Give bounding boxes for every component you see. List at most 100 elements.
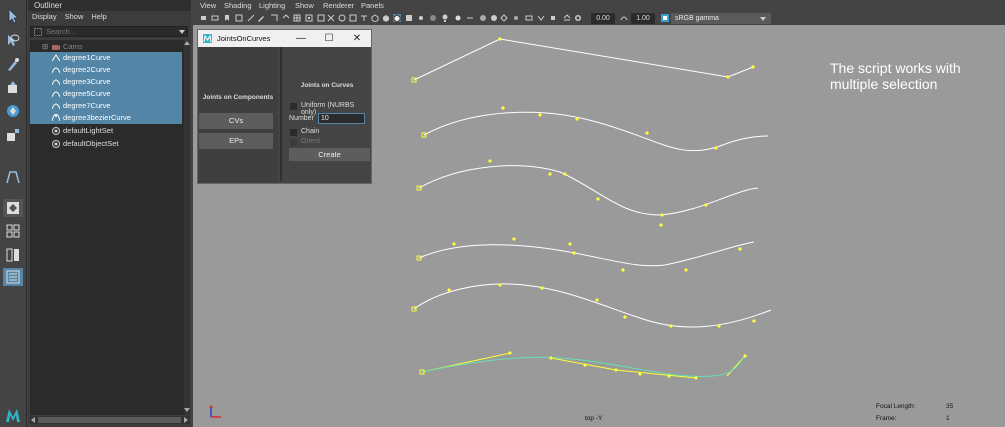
control-vertex[interactable] — [508, 351, 512, 355]
wireframe-on-shaded-icon[interactable] — [393, 14, 401, 22]
control-vertex[interactable] — [575, 117, 579, 121]
depth-of-field-icon[interactable] — [500, 14, 508, 22]
control-vertex[interactable] — [549, 356, 553, 360]
paint-select-tool-icon[interactable] — [3, 56, 23, 74]
textured-icon[interactable] — [405, 14, 413, 22]
orient-checkbox[interactable] — [290, 139, 297, 146]
film-gate-icon[interactable] — [305, 14, 313, 22]
control-vertex[interactable] — [623, 315, 627, 319]
color-management-icon[interactable] — [661, 14, 669, 22]
menu-view[interactable]: View — [200, 0, 216, 12]
curve-tool-icon[interactable] — [3, 168, 23, 186]
safe-title-icon[interactable] — [360, 14, 368, 22]
scroll-right-icon[interactable] — [183, 417, 189, 423]
number-field[interactable]: 10 — [318, 113, 365, 124]
list-item[interactable]: degree5Curve — [30, 88, 182, 100]
list-item[interactable]: degree3Curve — [30, 76, 182, 88]
control-vertex[interactable] — [538, 113, 542, 117]
control-vertex[interactable] — [488, 159, 492, 163]
ambient-occlusion-icon[interactable] — [454, 14, 462, 22]
move-tool-icon[interactable] — [3, 79, 23, 97]
control-vertex[interactable] — [659, 223, 663, 227]
control-vertex[interactable] — [583, 363, 587, 367]
nurbs-curve-6[interactable] — [419, 351, 747, 380]
scroll-down-icon[interactable] — [184, 407, 190, 413]
control-vertex[interactable] — [548, 172, 552, 176]
list-item[interactable]: defaultObjectSet — [30, 138, 182, 150]
control-vertex[interactable] — [614, 368, 618, 372]
menu-shading[interactable]: Shading — [224, 0, 252, 12]
xray-joints-icon[interactable] — [537, 14, 545, 22]
anti-aliasing-icon[interactable] — [490, 14, 498, 22]
select-tool-icon[interactable] — [3, 7, 23, 25]
control-vertex[interactable] — [596, 197, 600, 201]
uniform-checkbox[interactable] — [290, 103, 297, 110]
chevron-down-icon[interactable] — [179, 30, 185, 34]
scroll-up-icon[interactable] — [184, 40, 190, 46]
control-vertex[interactable] — [572, 251, 576, 255]
outliner-vertical-scrollbar[interactable] — [184, 40, 190, 415]
smooth-shade-icon[interactable] — [382, 14, 390, 22]
control-vertex[interactable] — [669, 324, 673, 328]
nurbs-curve-3[interactable] — [416, 159, 759, 227]
control-vertex[interactable] — [752, 319, 756, 323]
exposure-field[interactable]: 0.00 — [591, 13, 615, 24]
camera-select-icon[interactable] — [200, 14, 208, 22]
snap-view-icon[interactable] — [282, 14, 290, 22]
control-vertex[interactable] — [660, 213, 664, 217]
list-item[interactable]: degree1Curve — [30, 52, 182, 64]
nurbs-curve-2[interactable] — [421, 106, 769, 152]
menu-renderer[interactable]: Renderer — [323, 0, 354, 12]
sphere-icon[interactable] — [479, 14, 487, 22]
control-vertex[interactable] — [717, 324, 721, 328]
control-vertex[interactable] — [563, 172, 567, 176]
nurbs-curve-1[interactable] — [411, 37, 755, 83]
nurbs-curve-5[interactable] — [411, 283, 772, 328]
resolution-gate-icon[interactable] — [317, 14, 325, 22]
curve-path[interactable] — [413, 283, 772, 328]
gate-mask-icon[interactable] — [327, 14, 335, 22]
curve-path[interactable] — [418, 165, 759, 216]
control-vertex[interactable] — [667, 374, 671, 378]
safe-action-icon[interactable] — [349, 14, 357, 22]
outliner-layout-icon[interactable] — [3, 268, 23, 286]
control-vertex[interactable] — [694, 376, 698, 380]
image-plane-icon[interactable] — [235, 14, 243, 22]
outliner-horizontal-scrollbar[interactable] — [30, 416, 190, 424]
control-vertex[interactable] — [714, 146, 718, 150]
menu-show[interactable]: Show — [61, 11, 88, 23]
list-item[interactable]: degree3bezierCurve — [30, 112, 182, 124]
list-item[interactable]: degree2Curve — [30, 64, 182, 76]
two-view-icon[interactable] — [3, 246, 23, 264]
camera-attributes-icon[interactable] — [211, 14, 219, 22]
create-button[interactable]: Create — [289, 148, 370, 161]
gamma-icon[interactable] — [620, 14, 628, 22]
control-vertex[interactable] — [595, 298, 599, 302]
control-vertex[interactable] — [621, 268, 625, 272]
menu-show[interactable]: Show — [295, 0, 314, 12]
search-input[interactable] — [46, 27, 171, 36]
2d-pan-zoom-icon[interactable] — [247, 14, 255, 22]
lights-icon[interactable] — [417, 14, 425, 22]
gamma-field[interactable]: 1.00 — [631, 13, 655, 24]
control-vertex[interactable] — [751, 65, 755, 69]
nurbs-curve-4[interactable] — [416, 237, 755, 272]
motion-blur-icon[interactable] — [466, 14, 474, 22]
grid-icon[interactable] — [293, 14, 301, 22]
window-title-bar[interactable]: JointsOnCurves — ☐ ✕ — [198, 30, 371, 47]
snap-icon[interactable] — [270, 14, 278, 22]
control-vertex[interactable] — [638, 372, 642, 376]
curve-path[interactable] — [421, 355, 746, 377]
color-space-dropdown[interactable]: sRGB gamma — [671, 13, 771, 24]
control-vertex[interactable] — [568, 242, 572, 246]
control-vertex[interactable] — [501, 106, 505, 110]
control-vertex[interactable] — [684, 268, 688, 272]
close-button[interactable]: ✕ — [343, 30, 371, 47]
exposure-icon[interactable] — [574, 14, 582, 22]
xray-components-icon[interactable] — [549, 14, 557, 22]
control-vertex[interactable] — [726, 75, 730, 79]
four-view-icon[interactable] — [3, 222, 23, 240]
curve-path[interactable] — [413, 38, 754, 81]
menu-display[interactable]: Display — [28, 11, 61, 23]
menu-panels[interactable]: Panels — [361, 0, 384, 12]
